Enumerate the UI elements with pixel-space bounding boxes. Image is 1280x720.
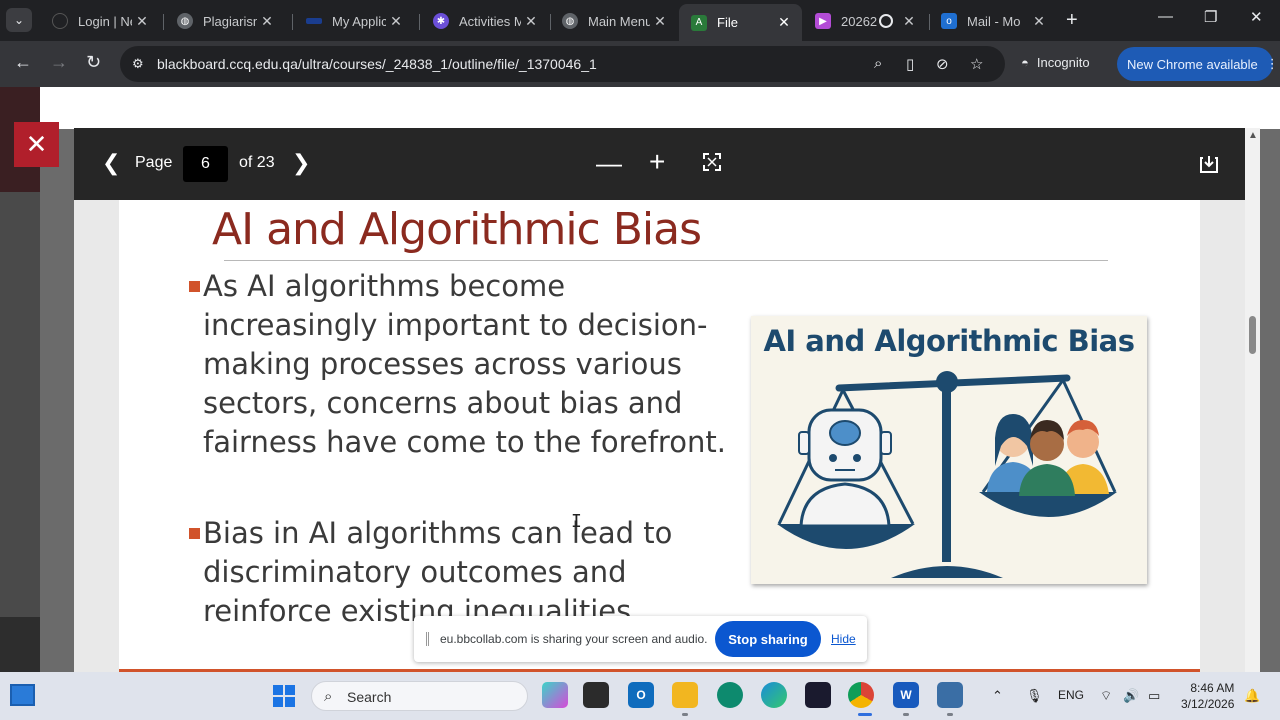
widgets-icon[interactable]	[10, 684, 35, 706]
chrome-icon[interactable]	[848, 682, 874, 708]
browser-toolbar: ← → ↻ ⚙ blackboard.ccq.edu.qa/ultra/cour…	[0, 41, 1280, 87]
page-label: Page	[135, 154, 173, 171]
back-button[interactable]: ←	[14, 52, 32, 73]
tab-main-menu[interactable]: ◍ Main Menu ✕	[550, 6, 678, 36]
update-chrome-button[interactable]: New Chrome available ⋮	[1117, 47, 1279, 81]
outlook-icon[interactable]: O	[628, 682, 654, 708]
page-content: ✕ ❮ Page 6 of 23 ❯ — + ▲ AI and Algorith…	[0, 87, 1280, 672]
incognito-indicator[interactable]: ◓ Incognito	[1021, 55, 1090, 70]
site-info-icon[interactable]: ⚙	[132, 56, 148, 72]
tab-mail[interactable]: o Mail - Mo ✕	[929, 6, 1057, 36]
close-icon[interactable]: ✕	[650, 13, 670, 30]
scroll-up-icon[interactable]: ▲	[1248, 130, 1258, 141]
restore-button[interactable]: ❐	[1204, 8, 1217, 26]
close-icon[interactable]: ✕	[1029, 13, 1049, 30]
download-icon[interactable]	[1199, 154, 1219, 174]
tab-activities[interactable]: ✱ Activities M ✕	[421, 6, 549, 36]
fullscreen-icon[interactable]	[702, 152, 722, 172]
close-viewer-button[interactable]: ✕	[14, 122, 59, 167]
page-icon	[52, 13, 68, 29]
language-indicator[interactable]: ENG	[1058, 688, 1084, 702]
close-icon[interactable]: ✕	[774, 14, 794, 31]
tab-search-button[interactable]: ⌄	[6, 8, 32, 32]
close-icon[interactable]: ✕	[132, 13, 152, 30]
page-icon	[306, 18, 322, 24]
zoom-out-icon[interactable]: —	[596, 148, 622, 179]
tab-recording[interactable]: ▶ 20262 ✕	[803, 6, 927, 36]
incognito-icon: ◓	[1021, 55, 1029, 70]
bias-illustration: AI and Algorithmic Bias	[751, 316, 1147, 584]
tab-my-applications[interactable]: My Applic ✕	[294, 6, 414, 36]
new-tab-button[interactable]: +	[1066, 9, 1078, 32]
slide-title: AI and Algorithmic Bias	[212, 204, 702, 255]
next-page-icon[interactable]: ❯	[292, 150, 310, 176]
bullet-marker	[189, 281, 200, 292]
page-total: of 23	[239, 154, 275, 171]
edge-icon[interactable]	[761, 682, 787, 708]
document-canvas: AI and Algorithmic Bias As AI algorithms…	[74, 200, 1245, 672]
volume-icon[interactable]: 🔊	[1123, 688, 1139, 704]
reload-button[interactable]: ↻	[86, 52, 101, 73]
clock[interactable]: 8:46 AM 3/12/2026	[1181, 680, 1234, 712]
word-icon[interactable]: W	[893, 682, 919, 708]
file-explorer-icon[interactable]	[672, 682, 698, 708]
stop-sharing-button[interactable]: Stop sharing	[715, 621, 821, 657]
sharing-message: eu.bbcollab.com is sharing your screen a…	[440, 632, 708, 646]
forward-button[interactable]: →	[50, 52, 68, 73]
slide-page: AI and Algorithmic Bias As AI algorithms…	[119, 200, 1200, 672]
microphone-icon[interactable]: 🎙	[1026, 688, 1043, 704]
notification-bell-icon[interactable]: 🔔	[1244, 688, 1260, 704]
taskbar-search[interactable]: ⌕ Search	[311, 681, 528, 711]
minimize-button[interactable]: —	[1158, 8, 1173, 25]
show-hidden-icons-icon[interactable]: ⌃	[992, 688, 1003, 704]
globe-icon: ◍	[177, 13, 193, 29]
tab-strip: ⌄ Login | Ne ✕ ◍ Plagiarism ✕ My Applic …	[0, 0, 1280, 41]
image-title: AI and Algorithmic Bias	[763, 324, 1135, 358]
eye-off-icon[interactable]: ⊘	[936, 55, 949, 73]
text-cursor-icon: I	[571, 511, 582, 532]
page-icon[interactable]: ▯	[906, 55, 914, 73]
zoom-icon[interactable]: ⌕	[874, 55, 882, 72]
outlook-icon: o	[941, 13, 957, 29]
meeting-app-icon[interactable]	[805, 682, 831, 708]
bookmark-star-icon[interactable]: ☆	[970, 55, 983, 73]
tab-plagiarism[interactable]: ◍ Plagiarism ✕	[165, 6, 285, 36]
close-window-button[interactable]: ✕	[1250, 8, 1263, 26]
zoom-in-icon[interactable]: +	[649, 146, 665, 178]
video-icon: ▶	[815, 13, 831, 29]
search-icon: ⌕	[324, 688, 333, 705]
windows-start-icon[interactable]	[273, 685, 295, 707]
windows-taskbar: ⌕ Search O W ⌃ 🎙 ENG ⌔ 🔊 ▭ 8:46 AM 3/12/…	[0, 672, 1280, 720]
url-text[interactable]: blackboard.ccq.edu.qa/ultra/courses/_248…	[157, 56, 597, 72]
battery-icon[interactable]: ▭	[1148, 688, 1160, 704]
close-icon[interactable]: ✕	[257, 13, 277, 30]
more-icon: ⋮	[1265, 56, 1279, 71]
previous-page-icon[interactable]: ❮	[102, 150, 120, 176]
notepad-icon[interactable]	[937, 682, 963, 708]
blackboard-icon: A	[691, 14, 707, 31]
scrollbar-thumb[interactable]	[1249, 316, 1256, 354]
document-viewer-toolbar: ❮ Page 6 of 23 ❯ — +	[74, 128, 1245, 200]
drag-handle-icon[interactable]	[426, 632, 429, 646]
address-bar[interactable]: ⚙ blackboard.ccq.edu.qa/ultra/courses/_2…	[120, 46, 1005, 82]
copilot-icon[interactable]	[542, 682, 568, 708]
hide-banner-link[interactable]: Hide	[831, 632, 856, 646]
wifi-icon[interactable]: ⌔	[1100, 688, 1112, 704]
page-number-input[interactable]: 6	[183, 146, 228, 182]
close-icon[interactable]: ✕	[899, 13, 919, 30]
bullet-marker	[189, 528, 200, 539]
app-icon: ✱	[433, 13, 449, 29]
record-icon	[879, 14, 893, 28]
close-icon[interactable]: ✕	[386, 13, 406, 30]
tab-login[interactable]: Login | Ne ✕	[40, 6, 160, 36]
media-player-icon[interactable]	[717, 682, 743, 708]
close-icon[interactable]: ✕	[521, 13, 541, 30]
screen-sharing-banner: eu.bbcollab.com is sharing your screen a…	[414, 616, 867, 662]
viewer-scrollbar[interactable]: ▲	[1245, 128, 1260, 672]
terminal-icon[interactable]	[583, 682, 609, 708]
tab-file[interactable]: A File ✕	[679, 4, 802, 41]
title-divider	[224, 260, 1108, 261]
globe-icon: ◍	[562, 13, 578, 29]
